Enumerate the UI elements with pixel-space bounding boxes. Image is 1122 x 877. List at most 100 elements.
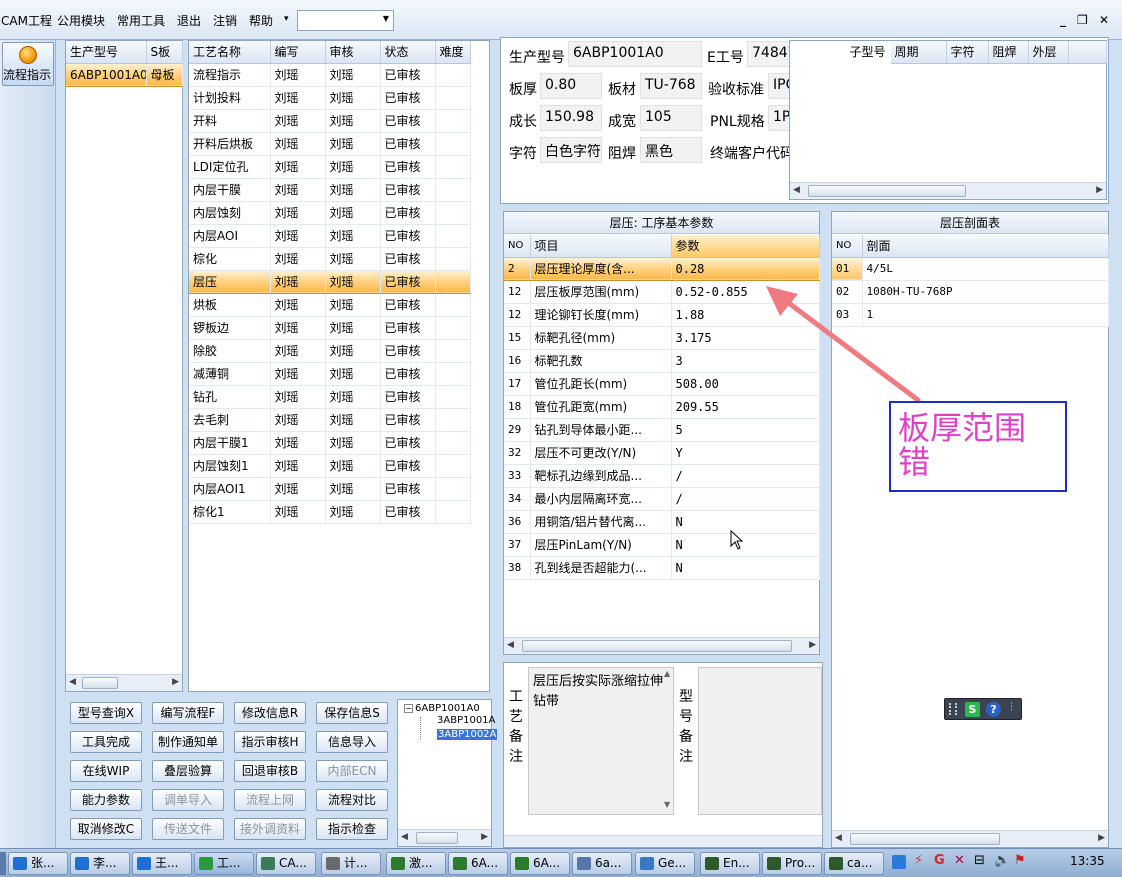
col-header-no[interactable]: NO (504, 235, 531, 258)
menu-exit[interactable]: 退出 (177, 12, 201, 29)
mask-field[interactable]: 黑色 (640, 137, 702, 163)
process-row[interactable]: LDI定位孔 刘瑶 刘瑶 已审核 (189, 155, 471, 179)
tree-node[interactable]: 3ABP1001A (437, 715, 495, 726)
taskbar-item[interactable]: ca... (824, 852, 884, 875)
action-button[interactable]: 调单导入 (152, 789, 224, 811)
taskbar-item[interactable]: CA... (256, 852, 316, 875)
param-row[interactable]: 29 钻孔到导体最小距... 5 (504, 418, 820, 442)
col-header-char[interactable]: 字符 (946, 41, 989, 64)
action-button[interactable]: 接外调资料 (234, 818, 306, 840)
scroll-left-icon[interactable]: ◀ (835, 833, 842, 843)
pnl-field[interactable]: 1P (768, 105, 790, 131)
action-button[interactable]: 取消修改C (70, 818, 142, 840)
menu-common-tools[interactable]: 常用工具 (117, 12, 165, 29)
scroll-left-icon[interactable]: ◀ (401, 832, 408, 842)
process-row[interactable]: 流程指示 刘瑶 刘瑶 已审核 (189, 63, 471, 87)
minimize-button[interactable]: _ (1060, 13, 1066, 27)
scroll-left-icon[interactable]: ◀ (69, 677, 76, 687)
col-header-reviewer[interactable]: 审核 (325, 41, 381, 64)
scroll-down-icon[interactable]: ▼ (664, 800, 670, 809)
process-row[interactable]: 内层AOI1 刘瑶 刘瑶 已审核 (189, 477, 471, 501)
s-icon[interactable]: S (965, 702, 980, 717)
action-button[interactable]: 修改信息R (234, 702, 306, 724)
col-header-item[interactable]: 项目 (530, 235, 672, 258)
col-header-sub-model[interactable]: 子型号 (790, 41, 891, 64)
taskbar-item[interactable]: 激... (386, 852, 446, 875)
action-button[interactable]: 型号查询X (70, 702, 142, 724)
tree-node-selected[interactable]: 3ABP1002A (437, 729, 498, 740)
param-row[interactable]: 32 层压不可更改(Y/N) Y (504, 441, 820, 465)
app-tray-icon[interactable] (892, 855, 906, 869)
flow-indicator-button[interactable]: 流程指示 (2, 42, 54, 86)
clock[interactable]: 13:35 (1070, 854, 1105, 868)
process-row[interactable]: 棕化1 刘瑶 刘瑶 已审核 (189, 500, 471, 524)
remark-hscrollbar[interactable] (504, 835, 822, 847)
process-row[interactable]: 层压 刘瑶 刘瑶 已审核 (189, 269, 471, 294)
action-button[interactable]: 流程对比 (316, 789, 388, 811)
col-header-author[interactable]: 编写 (270, 41, 326, 64)
param-row[interactable]: 36 用铜箔/铝片替代离... N (504, 510, 820, 534)
taskbar-item[interactable]: 计... (321, 852, 381, 875)
char-field[interactable]: 白色字符 (540, 137, 602, 163)
length-field[interactable]: 150.98 (540, 105, 602, 131)
close-button[interactable]: ✕ (1099, 13, 1109, 27)
x-tray-icon[interactable]: ✕ (954, 853, 965, 868)
process-row[interactable]: 开料后烘板 刘瑶 刘瑶 已审核 (189, 132, 471, 156)
col-header-process[interactable]: 工艺名称 (189, 41, 271, 64)
process-row[interactable]: 去毛刺 刘瑶 刘瑶 已审核 (189, 408, 471, 432)
col-header-section[interactable]: 剖面 (862, 235, 1109, 258)
scroll-thumb[interactable] (82, 677, 118, 689)
tree-root[interactable]: −6ABP1001A0 (404, 703, 480, 714)
scroll-right-icon[interactable]: ▶ (481, 832, 488, 842)
scroll-thumb[interactable] (522, 640, 792, 652)
network-icon[interactable]: ⊟ (974, 853, 985, 868)
action-button[interactable]: 指示审核H (234, 731, 306, 753)
menu-help-chevron-icon[interactable]: ▾ (284, 14, 289, 24)
scroll-right-icon[interactable]: ▶ (1098, 833, 1105, 843)
tree-hscrollbar[interactable]: ◀ ▶ (398, 829, 491, 846)
col-header-outer[interactable]: 外层 (1028, 41, 1069, 64)
param-row[interactable]: 33 靶标孔边缘到成品... / (504, 464, 820, 488)
col-header-model[interactable]: 生产型号 (66, 41, 147, 64)
action-button[interactable]: 在线WIP (70, 760, 142, 782)
model-row[interactable]: 6ABP1001A0 母板 (66, 62, 183, 87)
process-row[interactable]: 钻孔 刘瑶 刘瑶 已审核 (189, 385, 471, 409)
col-header-difficulty[interactable]: 难度 (435, 41, 471, 64)
process-row[interactable]: 内层AOI 刘瑶 刘瑶 已审核 (189, 224, 471, 248)
restore-button[interactable]: ❐ (1077, 13, 1088, 27)
prod-model-field[interactable]: 6ABP1001A0 (568, 41, 702, 67)
menu-logout[interactable]: 注销 (213, 12, 237, 29)
menu-help[interactable]: 帮助 (249, 12, 273, 29)
accept-field[interactable]: IPC (768, 73, 790, 99)
param-row[interactable]: 37 层压PinLam(Y/N) N (504, 533, 820, 557)
param-row[interactable]: 34 最小内层隔离环宽... / (504, 487, 820, 511)
more-icon[interactable]: ⋮ (1007, 702, 1016, 712)
process-row[interactable]: 减薄铜 刘瑶 刘瑶 已审核 (189, 362, 471, 386)
action-button[interactable]: 信息导入 (316, 731, 388, 753)
param-row[interactable]: 38 孔到线是否超能力(... N (504, 556, 820, 580)
process-row[interactable]: 除胶 刘瑶 刘瑶 已审核 (189, 339, 471, 363)
thickness-field[interactable]: 0.80 (540, 73, 602, 99)
col-header-section-no[interactable]: NO (832, 235, 863, 258)
taskbar-item[interactable]: 工... (194, 852, 254, 875)
scroll-thumb[interactable] (808, 185, 966, 197)
process-row[interactable]: 锣板边 刘瑶 刘瑶 已审核 (189, 316, 471, 340)
action-button[interactable]: 传送文件 (152, 818, 224, 840)
scroll-up-icon[interactable]: ▲ (664, 669, 670, 678)
scroll-left-icon[interactable]: ◀ (793, 185, 800, 195)
sub-model-hscrollbar[interactable]: ◀ ▶ (790, 182, 1106, 199)
col-header-status[interactable]: 状态 (380, 41, 436, 64)
menu-common-module[interactable]: 公用模块 (57, 12, 105, 29)
action-button[interactable]: 能力参数 (70, 789, 142, 811)
col-header-mask[interactable]: 阻焊 (988, 41, 1029, 64)
material-field[interactable]: TU-768 (640, 73, 702, 99)
width-field[interactable]: 105 (640, 105, 702, 131)
params-hscrollbar[interactable]: ◀ ▶ (504, 637, 819, 654)
taskbar-item[interactable]: 6a... (572, 852, 632, 875)
scroll-left-icon[interactable]: ◀ (507, 640, 514, 650)
process-row[interactable]: 内层干膜 刘瑶 刘瑶 已审核 (189, 178, 471, 202)
help-icon[interactable]: ? (986, 702, 1001, 717)
col-header-param[interactable]: 参数 (671, 235, 820, 258)
taskbar-item[interactable]: Pro... (762, 852, 822, 875)
scroll-thumb[interactable] (850, 833, 1000, 845)
